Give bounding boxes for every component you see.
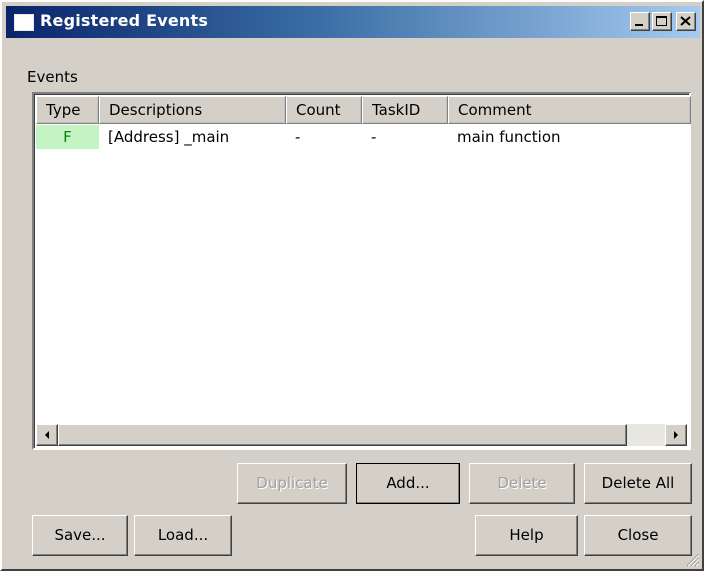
minimize-button[interactable] <box>630 12 650 31</box>
arrow-right-icon <box>674 431 678 439</box>
horizontal-scrollbar[interactable] <box>36 424 687 446</box>
column-header-descriptions[interactable]: Descriptions <box>99 96 286 124</box>
close-icon <box>680 16 691 26</box>
window-title: Registered Events <box>40 11 209 30</box>
duplicate-button[interactable]: Duplicate <box>237 463 347 504</box>
event-description-cell: [Address] _main <box>108 128 230 146</box>
event-taskid-cell: - <box>371 128 377 146</box>
title-bar[interactable]: Registered Events <box>6 6 700 38</box>
events-group-label: Events <box>27 68 78 86</box>
scrollbar-thumb[interactable] <box>58 424 627 446</box>
close-window-button[interactable] <box>676 12 696 31</box>
minimize-icon <box>635 24 643 26</box>
maximize-icon <box>656 16 667 26</box>
events-list-header: Type Descriptions Count TaskID Comment <box>36 96 691 124</box>
window-icon <box>14 14 34 31</box>
registered-events-window: Registered Events Events Type Descriptio… <box>0 0 704 571</box>
scroll-left-button[interactable] <box>36 424 58 446</box>
arrow-left-icon <box>45 431 49 439</box>
delete-button[interactable]: Delete <box>469 463 575 504</box>
event-type-cell: F <box>36 125 99 149</box>
help-button[interactable]: Help <box>475 515 578 556</box>
maximize-button[interactable] <box>652 12 672 31</box>
column-header-taskid[interactable]: TaskID <box>362 96 448 124</box>
column-header-count[interactable]: Count <box>286 96 362 124</box>
events-list[interactable]: Type Descriptions Count TaskID Comment F… <box>32 92 691 450</box>
column-header-comment[interactable]: Comment <box>448 96 691 124</box>
save-button[interactable]: Save... <box>32 515 128 556</box>
resize-grip-icon[interactable] <box>684 551 700 567</box>
scroll-right-button[interactable] <box>665 424 687 446</box>
load-button[interactable]: Load... <box>134 515 232 556</box>
close-button[interactable]: Close <box>584 515 692 556</box>
column-header-type[interactable]: Type <box>36 96 99 124</box>
add-button[interactable]: Add... <box>356 463 460 504</box>
table-row[interactable]: F [Address] _main - - main function <box>36 125 687 149</box>
event-count-cell: - <box>295 128 301 146</box>
delete-all-button[interactable]: Delete All <box>584 463 692 504</box>
event-comment-cell: main function <box>457 128 561 146</box>
